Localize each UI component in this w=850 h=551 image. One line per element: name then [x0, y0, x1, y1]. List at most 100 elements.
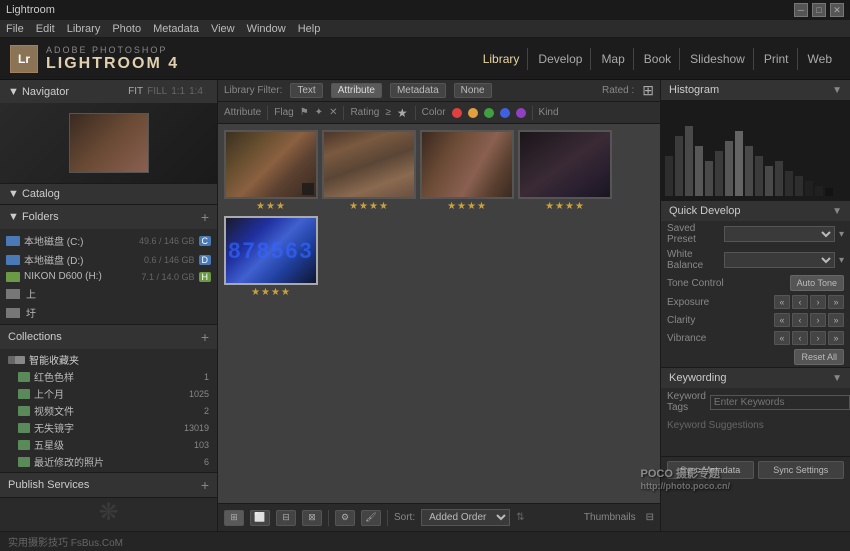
module-print[interactable]: Print	[756, 48, 798, 70]
collection-item[interactable]: 最近修改的照片 6	[0, 453, 217, 470]
color-purple-dot[interactable]	[516, 108, 526, 118]
menu-photo[interactable]: Photo	[112, 23, 141, 35]
filter-text-button[interactable]: Text	[290, 83, 322, 98]
collection-item[interactable]: 上个月 1025	[0, 385, 217, 402]
collection-item[interactable]: 无失镜字 13019	[0, 419, 217, 436]
histogram-expand-icon[interactable]: ▼	[832, 85, 842, 96]
collection-item[interactable]: 红色色样 1	[0, 368, 217, 385]
exposure-dec[interactable]: ‹	[792, 295, 808, 309]
view-compare-button[interactable]: ⊟	[276, 510, 296, 526]
menu-file[interactable]: File	[6, 23, 24, 35]
folders-add-button[interactable]: +	[201, 209, 209, 225]
saved-preset-select[interactable]	[724, 226, 835, 242]
folder-item[interactable]: NIKON D600 (H:) 7.1 / 14.0 GB H	[0, 269, 217, 284]
publish-services-add-button[interactable]: +	[201, 477, 209, 493]
exposure-inc[interactable]: ›	[810, 295, 826, 309]
clarity-dec[interactable]: ‹	[792, 313, 808, 327]
folders-header[interactable]: ▼ Folders +	[0, 205, 217, 229]
rating-stars[interactable]: ★	[397, 106, 409, 120]
collection-name: 视频文件	[34, 403, 200, 418]
menu-metadata[interactable]: Metadata	[153, 23, 199, 35]
vibrance-inc-large[interactable]: »	[828, 331, 844, 345]
color-green-dot[interactable]	[484, 108, 494, 118]
thumb-size-icon[interactable]: ⊟	[646, 512, 654, 523]
module-book[interactable]: Book	[636, 48, 680, 70]
close-button[interactable]: ✕	[830, 3, 844, 17]
menu-help[interactable]: Help	[298, 23, 321, 35]
flag-rejected-icon[interactable]: ✕	[329, 107, 337, 118]
vibrance-inc[interactable]: ›	[810, 331, 826, 345]
filter-none-button[interactable]: None	[454, 83, 492, 98]
qd-expand-icon[interactable]: ▼	[832, 206, 842, 217]
saved-preset-arrow[interactable]: ▾	[839, 229, 844, 240]
menu-library[interactable]: Library	[67, 23, 101, 35]
photo-cell[interactable]: ★★★	[224, 130, 318, 212]
menu-edit[interactable]: Edit	[36, 23, 55, 35]
module-develop[interactable]: Develop	[530, 48, 591, 70]
folder-item[interactable]: 本地磁盘 (D:) 0.6 / 146 GB D	[0, 250, 217, 269]
white-balance-select[interactable]	[724, 252, 835, 268]
color-yellow-dot[interactable]	[468, 108, 478, 118]
folder-badge: D	[199, 255, 212, 265]
collection-item[interactable]: 五星级 103	[0, 436, 217, 453]
quick-develop-header[interactable]: Quick Develop ▼	[661, 201, 850, 221]
view-loupe-button[interactable]: ⬜	[250, 510, 270, 526]
collections-add-button[interactable]: +	[201, 329, 209, 345]
white-balance-arrow[interactable]: ▾	[839, 255, 844, 266]
clarity-inc[interactable]: ›	[810, 313, 826, 327]
vibrance-dec-large[interactable]: «	[774, 331, 790, 345]
flag-none-icon[interactable]: ⚑	[300, 107, 309, 118]
paint-button[interactable]: 🖌	[361, 510, 381, 526]
sync-metadata-button[interactable]: Sync Metadata	[667, 461, 754, 479]
collections-header[interactable]: Collections +	[0, 325, 217, 349]
module-web[interactable]: Web	[800, 48, 840, 70]
exposure-inc-large[interactable]: »	[828, 295, 844, 309]
sprocket-button[interactable]: ⚙	[335, 510, 355, 526]
keywording-header[interactable]: Keywording ▼	[661, 368, 850, 388]
clarity-inc-large[interactable]: »	[828, 313, 844, 327]
module-map[interactable]: Map	[593, 48, 633, 70]
minimize-button[interactable]: ─	[794, 3, 808, 17]
sort-direction-icon[interactable]: ⇅	[516, 512, 524, 523]
sort-select[interactable]: Added Order Capture Time Edit Time File …	[421, 509, 510, 526]
auto-tone-button[interactable]: Auto Tone	[790, 275, 844, 291]
menu-window[interactable]: Window	[247, 23, 286, 35]
photo-cell[interactable]: ★★★★	[420, 130, 514, 212]
keywording-expand-icon[interactable]: ▼	[832, 373, 842, 384]
folder-item[interactable]: 本地磁盘 (C:) 49.6 / 146 GB C	[0, 231, 217, 250]
folder-item[interactable]: 圩	[0, 303, 217, 322]
filter-metadata-button[interactable]: Metadata	[390, 83, 446, 98]
keyword-tags-input[interactable]	[710, 395, 850, 410]
histogram-header[interactable]: Histogram ▼	[661, 80, 850, 100]
catalog-header[interactable]: ▼ Catalog	[0, 184, 217, 204]
reset-all-button[interactable]: Reset All	[794, 349, 844, 365]
exposure-dec-large[interactable]: «	[774, 295, 790, 309]
filter-attribute-button[interactable]: Attribute	[331, 83, 382, 98]
module-slideshow[interactable]: Slideshow	[682, 48, 754, 70]
module-library[interactable]: Library	[475, 48, 529, 70]
folder-icon	[6, 236, 20, 246]
collection-group-icon	[8, 356, 25, 364]
view-survey-button[interactable]: ⊠	[302, 510, 322, 526]
vibrance-dec[interactable]: ‹	[792, 331, 808, 345]
nav-fit[interactable]: FIT	[128, 86, 143, 97]
flag-flagged-icon[interactable]: ✦	[315, 107, 323, 118]
collection-group[interactable]: 智能收藏夹	[0, 351, 217, 368]
clarity-dec-large[interactable]: «	[774, 313, 790, 327]
folder-item[interactable]: 上	[0, 284, 217, 303]
photo-cell[interactable]: ★★★★	[322, 130, 416, 212]
sync-settings-button[interactable]: Sync Settings	[758, 461, 845, 479]
maximize-button[interactable]: □	[812, 3, 826, 17]
collection-item[interactable]: 视频文件 2	[0, 402, 217, 419]
center-panel: Library Filter: Text Attribute Metadata …	[218, 80, 660, 531]
menu-view[interactable]: View	[211, 23, 235, 35]
photo-cell[interactable]: ★★★★	[518, 130, 612, 212]
filter-expand-icon[interactable]: ⊞	[642, 82, 654, 99]
photo-cell[interactable]: 878563 ★★★★	[224, 216, 318, 298]
color-blue-dot[interactable]	[500, 108, 510, 118]
color-red-dot[interactable]	[452, 108, 462, 118]
lr-badge: Lr	[10, 45, 38, 73]
view-grid-button[interactable]: ⊞	[224, 510, 244, 526]
publish-services-header[interactable]: Publish Services +	[0, 473, 217, 497]
navigator-header[interactable]: ▼ Navigator FIT FILL 1:1 1:4	[0, 80, 217, 103]
